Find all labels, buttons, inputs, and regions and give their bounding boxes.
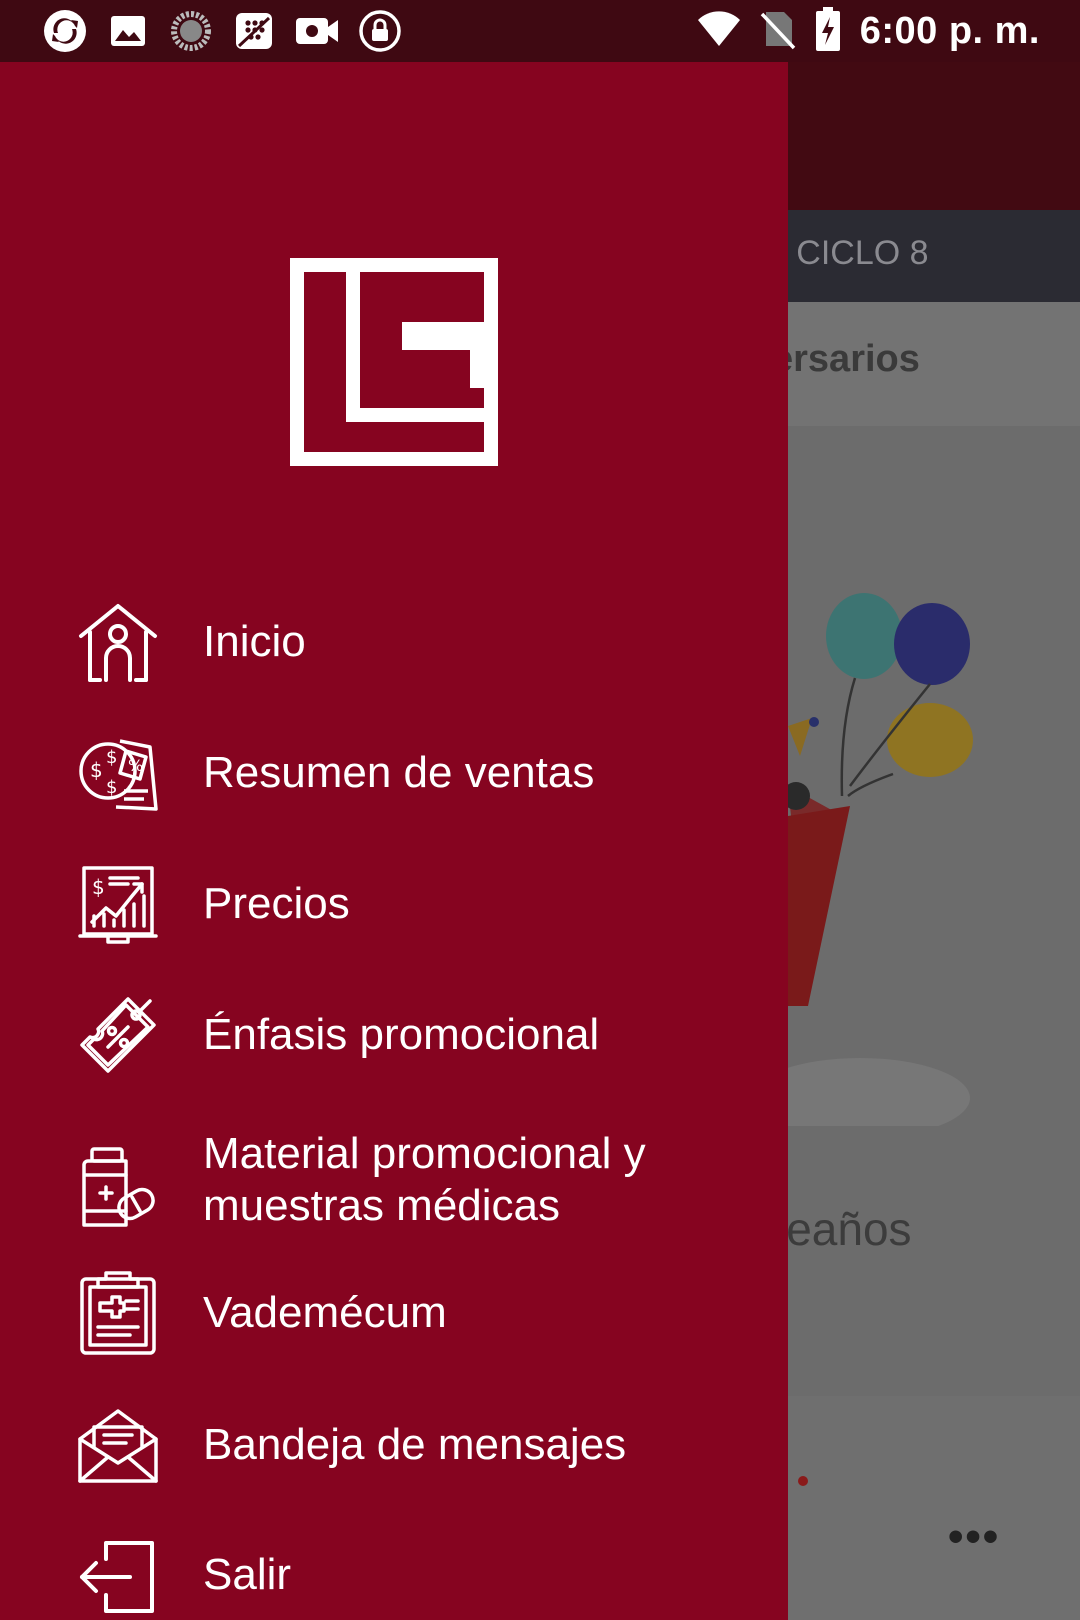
menu-label-inicio: Inicio	[203, 617, 306, 666]
video-camera-icon	[294, 8, 340, 54]
menu-label-resumen-de-ventas: Resumen de ventas	[203, 748, 595, 797]
notification-icons	[42, 8, 403, 54]
sync-icon	[42, 8, 88, 54]
svg-text:$: $	[106, 777, 117, 798]
clock: 6:00 p. m.	[859, 9, 1040, 52]
wifi-icon	[696, 10, 742, 53]
mail-open-icon	[78, 1405, 158, 1485]
menu-item-material-promocional[interactable]: Material promocional y muestras médicas	[0, 1122, 788, 1252]
image-icon	[105, 8, 151, 54]
menu-item-vademecum[interactable]: Vademécum	[0, 1258, 788, 1368]
menu-label-precios: Precios	[203, 879, 350, 928]
birthday-text: leaños	[776, 1203, 912, 1255]
menu-item-bandeja-de-mensajes[interactable]: Bandeja de mensajes	[0, 1390, 788, 1500]
tab-anniversaries: ersarios	[772, 338, 920, 380]
loading-icon	[168, 8, 214, 54]
svg-text:$: $	[106, 747, 117, 768]
status-bar: 6:00 p. m.	[0, 0, 1080, 62]
menu-item-salir[interactable]: Salir	[0, 1520, 788, 1620]
menu-item-precios[interactable]: $ Precios	[0, 849, 788, 959]
blackberry-icon	[231, 8, 277, 54]
promo-tag-icon	[78, 995, 158, 1075]
prices-chart-icon: $	[78, 864, 158, 944]
menu-label-material-promocional: Material promocional y	[203, 1129, 646, 1178]
menu-label-vademecum: Vademécum	[203, 1288, 447, 1337]
home-icon	[78, 602, 158, 682]
cycle-text: | CICLO 8	[778, 234, 929, 272]
menu-item-inicio[interactable]: Inicio	[0, 587, 788, 697]
lock-circle-icon	[357, 8, 403, 54]
clipboard-medical-icon	[78, 1271, 158, 1355]
system-status: 6:00 p. m.	[696, 6, 1040, 56]
menu-label-enfasis-promocional: Énfasis promocional	[203, 1010, 600, 1059]
sales-summary-icon: $ $ $ %	[78, 733, 158, 813]
logout-icon	[78, 1535, 158, 1615]
notification-dot	[798, 1476, 808, 1486]
company-logo	[290, 258, 498, 466]
svg-text:$: $	[92, 875, 105, 899]
navigation-drawer: Inicio $ $ $ % Resumen de ventas $ Preci…	[0, 62, 788, 1620]
more-icon[interactable]: •••	[948, 1512, 1000, 1562]
battery-charging-icon	[814, 6, 842, 57]
menu-label-muestras-medicas: muestras médicas	[203, 1181, 561, 1230]
menu-label-bandeja-de-mensajes: Bandeja de mensajes	[203, 1420, 627, 1469]
svg-text:%: %	[128, 756, 143, 775]
svg-text:$: $	[90, 758, 103, 782]
medicine-bottle-icon	[78, 1147, 158, 1227]
no-sim-icon	[760, 8, 796, 55]
menu-item-enfasis-promocional[interactable]: Énfasis promocional	[0, 980, 788, 1090]
menu-item-resumen-de-ventas[interactable]: $ $ $ % Resumen de ventas	[0, 718, 788, 828]
menu-label-salir: Salir	[203, 1550, 292, 1599]
